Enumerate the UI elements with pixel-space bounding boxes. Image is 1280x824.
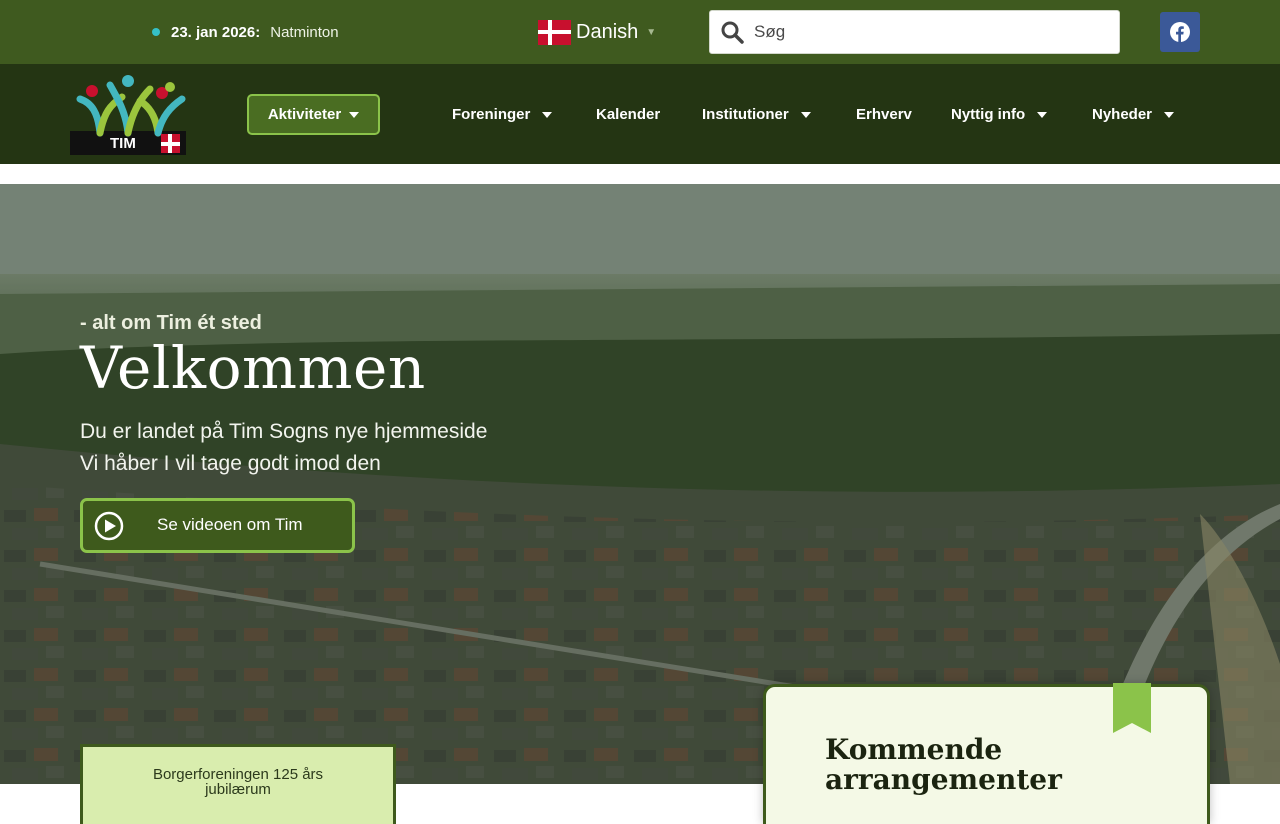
search-box[interactable] — [709, 10, 1120, 54]
hero-subtitle: Du er landet på Tim Sogns nye hjemmeside… — [80, 416, 487, 480]
activities-button[interactable]: Aktiviteter — [247, 94, 380, 135]
chevron-down-icon — [800, 111, 811, 118]
nav-item-nyheder[interactable]: Nyheder — [1092, 94, 1175, 135]
event-ticker[interactable]: 23. jan 2026: Natminton — [152, 0, 339, 64]
video-button-label: Se videoen om Tim — [157, 515, 303, 534]
nav-label: Kalender — [596, 106, 661, 123]
nav-item-institutioner[interactable]: Institutioner — [702, 94, 811, 135]
nav-label: Foreninger — [452, 106, 531, 123]
events-title-line: Kommende — [825, 733, 1003, 766]
logo-text: TIM — [110, 135, 136, 152]
upcoming-events-card: Kommende arrangementer — [763, 683, 1210, 824]
language-label: Danish — [576, 20, 639, 43]
watch-video-button[interactable]: Se videoen om Tim — [80, 498, 355, 553]
ticker-date: 23. jan 2026: — [171, 23, 261, 41]
facebook-button[interactable] — [1160, 12, 1200, 52]
nav-item-foreninger[interactable]: Foreninger — [452, 94, 553, 135]
nav-label: Institutioner — [702, 106, 789, 123]
nav-label: Nyttig info — [951, 106, 1026, 123]
language-selector[interactable]: Danish ▼ — [538, 16, 656, 48]
chevron-down-icon — [1037, 111, 1048, 118]
nav-label: Erhverv — [856, 106, 912, 123]
jubilee-title-line: Borgerforeningen 125 års — [152, 766, 324, 783]
ticker-text[interactable]: Natminton — [270, 24, 338, 41]
events-title-line: arrangementer — [825, 763, 1062, 796]
nav-label: Nyheder — [1092, 106, 1153, 123]
activities-label: Aktiviteter — [267, 106, 342, 123]
nav-item-kalender[interactable]: Kalender — [596, 94, 660, 135]
facebook-icon — [1170, 22, 1190, 42]
danish-flag-icon — [538, 19, 571, 45]
chevron-down-icon — [1164, 111, 1175, 118]
hero-tagline: - alt om Tim ét sted — [80, 312, 262, 334]
top-bar: 23. jan 2026: Natminton Danish ▼ — [0, 0, 1280, 64]
bookmark-icon — [1113, 683, 1151, 733]
nav-item-erhverv[interactable]: Erhverv — [856, 94, 912, 135]
hero-subtitle-line: Du er landet på Tim Sogns nye hjemmeside — [80, 420, 488, 443]
nav-item-nyttig-info[interactable]: Nyttig info — [951, 94, 1048, 135]
site-logo[interactable]: TIM — [70, 73, 186, 157]
chevron-down-icon — [349, 111, 360, 118]
events-title: Kommende arrangementer — [825, 735, 1062, 795]
dot-icon — [152, 28, 160, 36]
play-icon — [94, 511, 124, 541]
chevron-down-icon — [542, 111, 553, 118]
search-input[interactable] — [754, 22, 1094, 42]
hero-title: Velkommen — [80, 334, 426, 402]
chevron-down-icon: ▼ — [646, 26, 657, 38]
jubilee-card[interactable]: Borgerforeningen 125 års jubilærum — [80, 744, 396, 824]
jubilee-title-line: jubilærum — [205, 781, 271, 798]
hero-subtitle-line: Vi håber I vil tage godt imod den — [80, 452, 381, 475]
search-icon[interactable] — [710, 10, 754, 54]
